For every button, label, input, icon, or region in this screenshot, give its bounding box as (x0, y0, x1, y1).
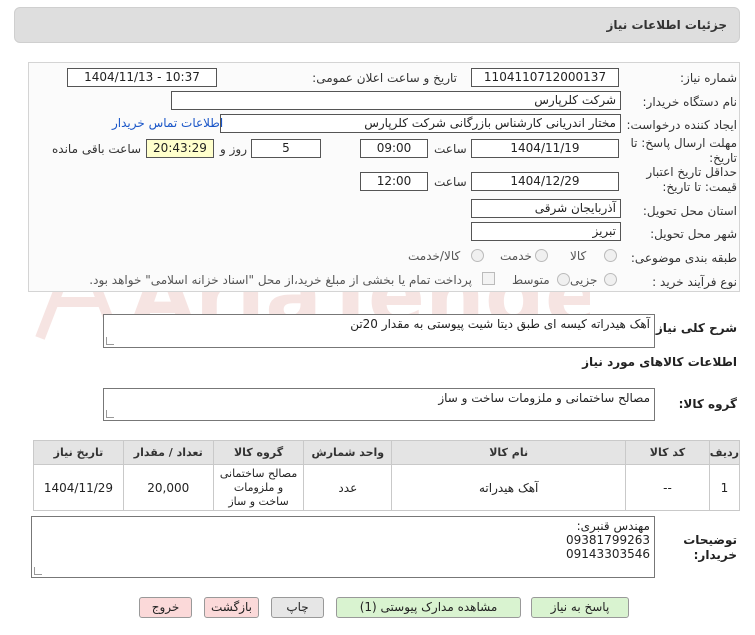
category-goods-service-radio[interactable] (471, 249, 484, 262)
city-label: شهر محل تحویل: (650, 227, 737, 241)
remaining-time-field: 20:43:29 (146, 139, 214, 158)
cell-group: مصالح ساختمانی و ملزومات ساخت و ساز (212, 464, 305, 511)
exit-button[interactable]: خروج (139, 597, 192, 618)
process-partial-radio[interactable] (604, 273, 617, 286)
description-text: آهک هیدراته کیسه ای طبق دیتا شیت پیوستی … (350, 317, 650, 331)
col-header-row-number: ردیف (708, 440, 741, 465)
goods-table: ردیف کد کالا نام کالا واحد شمارش گروه کا… (33, 440, 741, 511)
goods-group-label: گروه کالا: (678, 397, 737, 411)
process-medium-label: متوسط (512, 273, 550, 287)
category-goods-radio[interactable] (604, 249, 617, 262)
buyer-notes-label-line2: خریدار: (693, 548, 737, 562)
validity-time-label: ساعت (434, 175, 467, 189)
deadline-date-field: 1404/11/19 (471, 139, 619, 158)
col-header-name: نام کالا (391, 440, 627, 465)
deadline-time-field: 09:00 (360, 139, 428, 158)
remaining-time-label: ساعت باقی مانده (52, 142, 142, 156)
view-attachments-button[interactable]: مشاهده مدارک پیوستی (1) (336, 597, 521, 618)
resize-grip-icon[interactable] (106, 337, 114, 345)
creator-label: ایجاد کننده درخواست: (626, 118, 737, 132)
deadline-label-line1: مهلت ارسال پاسخ: تا (630, 136, 737, 150)
print-button[interactable]: چاپ (271, 597, 324, 618)
category-service-label: خدمت (500, 249, 532, 263)
deadline-time-label: ساعت (434, 142, 467, 156)
col-header-date: تاریخ نیاز (33, 440, 124, 465)
category-goods-service-label: کالا/خدمت (408, 249, 461, 263)
goods-group-textarea: مصالح ساختمانی و ملزومات ساخت و ساز (103, 388, 655, 421)
days-remaining-field: 5 (251, 139, 321, 158)
deadline-label-line2: تاریخ: (709, 151, 737, 165)
col-header-group: گروه کالا (212, 440, 305, 465)
validity-label-line1: حداقل تاریخ اعتبار (646, 165, 737, 179)
table-header-row: ردیف کد کالا نام کالا واحد شمارش گروه کا… (33, 440, 741, 465)
resize-grip-icon[interactable] (34, 567, 42, 575)
buyer-contact-link[interactable]: اطلاعات تماس خریدار (112, 116, 223, 130)
buyer-notes-label-line1: توضیحات (683, 533, 737, 547)
buyer-org-field: شرکت کلرپارس (171, 91, 621, 110)
col-header-qty: تعداد / مقدار (122, 440, 214, 465)
process-partial-label: جزیی (570, 273, 598, 287)
reply-button[interactable]: پاسخ به نیاز (531, 597, 629, 618)
province-label: استان محل تحویل: (642, 204, 737, 218)
description-textarea: آهک هیدراته کیسه ای طبق دیتا شیت پیوستی … (103, 314, 655, 348)
buyer-notes-line: 09381799263 (566, 533, 650, 547)
col-header-unit: واحد شمارش (303, 440, 393, 465)
validity-time-field: 12:00 (360, 172, 428, 191)
page-header: جزئیات اطلاعات نیاز (14, 7, 740, 43)
city-field: تبریز (471, 222, 621, 241)
buyer-notes-textarea: مهندس قنبری: 09381799263 09143303546 (31, 516, 655, 578)
description-label: شرح کلی نیاز: (651, 321, 737, 335)
table-row: 1 -- آهک هیدراته عدد مصالح ساختمانی و مل… (33, 464, 741, 511)
process-type-label: نوع فرآیند خرید : (652, 275, 737, 289)
resize-grip-icon[interactable] (106, 410, 114, 418)
buyer-notes-line: 09143303546 (566, 547, 650, 561)
goods-group-text: مصالح ساختمانی و ملزومات ساخت و ساز (438, 391, 650, 405)
page-title: جزئیات اطلاعات نیاز (606, 18, 727, 32)
need-number-label: شماره نیاز: (680, 71, 737, 85)
province-field: آذربایجان شرقی (471, 199, 621, 218)
col-header-code: کد کالا (625, 440, 710, 465)
cell-code: -- (625, 464, 710, 511)
treasury-payment-note: پرداخت تمام یا بخشی از مبلغ خرید،از محل … (89, 273, 472, 287)
days-label: روز و (220, 142, 247, 156)
validity-date-field: 1404/12/29 (471, 172, 619, 191)
announce-date-field: 1404/11/13 - 10:37 (67, 68, 217, 87)
buyer-notes-line: مهندس قنبری: (576, 519, 650, 533)
creator-field: مختار اندریانی کارشناس بازرگانی شرکت کلر… (220, 114, 621, 133)
cell-unit: عدد (303, 464, 393, 511)
process-medium-radio[interactable] (557, 273, 570, 286)
announce-date-label: تاریخ و ساعت اعلان عمومی: (312, 71, 457, 85)
cell-date: 1404/11/29 (33, 464, 124, 511)
category-service-radio[interactable] (535, 249, 548, 262)
need-number-field: 1104110712000137 (471, 68, 619, 87)
category-goods-label: کالا (570, 249, 587, 263)
goods-info-title: اطلاعات کالاهای مورد نیاز (582, 355, 737, 369)
cell-row-number: 1 (708, 464, 741, 511)
treasury-payment-checkbox[interactable] (482, 272, 495, 285)
cell-qty: 20,000 (122, 464, 214, 511)
cell-name: آهک هیدراته (391, 464, 627, 511)
buyer-org-label: نام دستگاه خریدار: (642, 95, 738, 109)
category-label: طبقه بندی موضوعی: (630, 251, 737, 265)
back-button[interactable]: بازگشت (204, 597, 259, 618)
validity-label-line2: قیمت: تا تاریخ: (662, 180, 737, 194)
